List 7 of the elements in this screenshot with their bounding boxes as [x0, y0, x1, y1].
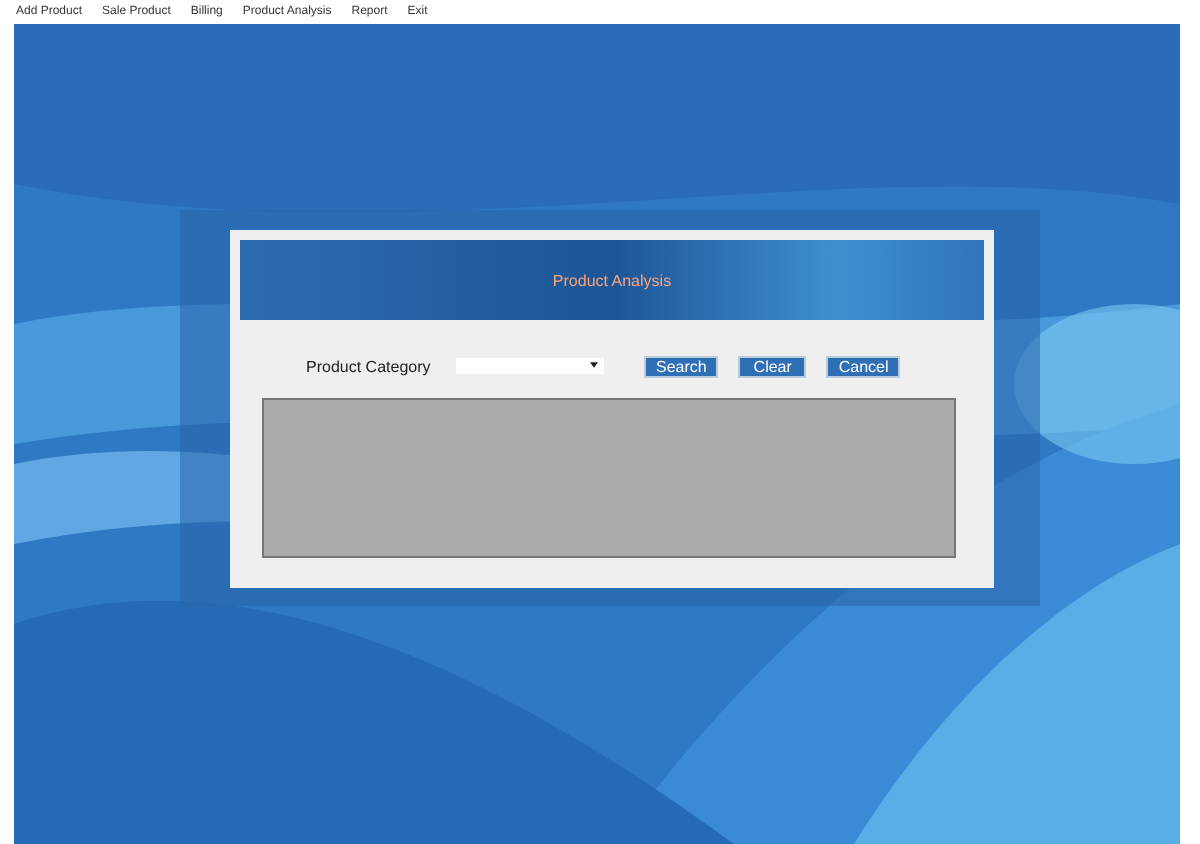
action-button[interactable]: Cancel [826, 355, 901, 377]
field-label: Product Category [306, 357, 433, 375]
action-button[interactable]: Clear [738, 355, 807, 377]
dialog-title: Product Analysis [552, 271, 672, 289]
caret-icon [590, 362, 598, 368]
action-button[interactable]: Search [644, 355, 719, 377]
category-dropdown[interactable] [456, 358, 604, 374]
